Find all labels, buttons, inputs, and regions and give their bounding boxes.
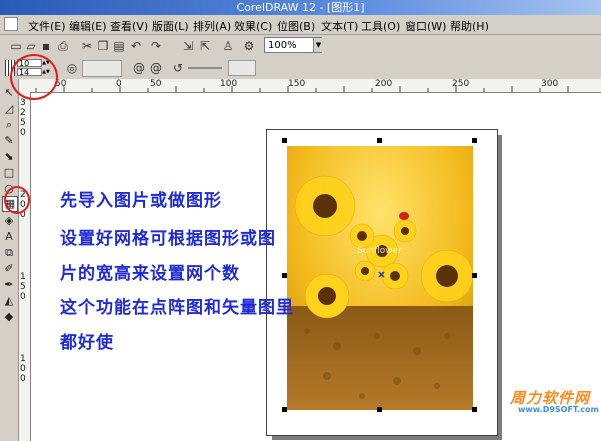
menu-arrange[interactable]: 排列(A) xyxy=(193,18,231,34)
shape-tool-icon[interactable]: ◿ xyxy=(2,102,16,116)
ruler-label: 300 xyxy=(541,79,559,89)
eyedropper-tool-icon[interactable]: ✐ xyxy=(2,262,16,276)
ruler-label: 5 xyxy=(20,282,26,292)
launcher-icon[interactable]: ♙ xyxy=(220,38,236,54)
toolbox: ↖ ◿ ⌕ ✎ ⬊ □ ○ ▦ ◈ A ⧉ ✐ ✒ ◭ ◆ xyxy=(0,79,19,441)
ruler-label: 0 xyxy=(20,374,26,384)
rectangle-tool-icon[interactable]: □ xyxy=(2,166,16,180)
spiral-icon: ◎ xyxy=(66,61,78,75)
ruler-label: 2 xyxy=(20,108,26,118)
cut-icon[interactable]: ✂ xyxy=(79,38,95,54)
ruler-label: 0 xyxy=(20,292,26,302)
annotation-line-2: 设置好网格可根据图形或图 xyxy=(60,229,276,249)
ladybug xyxy=(399,212,409,220)
ruler-label: 0 xyxy=(20,364,26,374)
menu-file[interactable]: 文件(E) xyxy=(28,18,66,34)
print-icon[interactable]: ⎙ xyxy=(55,38,71,54)
selection-handle[interactable] xyxy=(282,273,287,278)
menu-help[interactable]: 帮助(H) xyxy=(450,18,489,34)
new-icon[interactable]: ▭ xyxy=(8,38,24,54)
sunflower-image xyxy=(287,146,473,410)
ruler-label: 150 xyxy=(288,79,306,89)
menu-window[interactable]: 窗口(W) xyxy=(405,18,446,34)
annotation-line-4: 这个功能在点阵图和矢量图里 xyxy=(60,298,294,318)
sunflower-bitmap[interactable]: Sunflower xyxy=(287,146,473,410)
ruler-label: 0 xyxy=(116,79,122,89)
basic-shapes-tool-icon[interactable]: ◈ xyxy=(2,214,16,228)
photo-caption: Sunflower xyxy=(357,246,402,256)
smart-fill-tool-icon[interactable]: ⬊ xyxy=(2,150,16,164)
window-title: CorelDRAW 12 - [图形1] xyxy=(236,1,365,14)
menu-view[interactable]: 查看(V) xyxy=(110,18,148,34)
watermark-url: www.D9SOFT.com xyxy=(518,405,599,414)
expansion-icon: ↺ xyxy=(172,61,184,75)
vertical-ruler: 3 2 5 0 2 0 0 1 5 0 1 0 0 xyxy=(18,92,31,441)
chevron-down-icon[interactable]: ▼ xyxy=(313,38,323,52)
open-icon[interactable]: ▱ xyxy=(23,38,39,54)
title-bar: CorelDRAW 12 - [图形1] xyxy=(0,0,601,15)
symmetric-spiral-icon: @ xyxy=(133,61,145,75)
selection-handle[interactable] xyxy=(377,138,382,143)
ruler-label: 100 xyxy=(220,79,238,89)
ruler-label: 5 xyxy=(20,118,26,128)
horizontal-ruler: 50 0 50 100 150 200 250 300 xyxy=(0,79,601,93)
ruler-label: 1 xyxy=(20,272,26,282)
zoom-tool-icon[interactable]: ⌕ xyxy=(2,118,16,132)
selection-handle[interactable] xyxy=(472,138,477,143)
menu-layout[interactable]: 版面(L) xyxy=(152,18,189,34)
copy-icon[interactable]: ❐ xyxy=(95,38,111,54)
spiral-revolutions-input xyxy=(82,60,122,77)
property-bar: 10 ▲▼ 14 ▲▼ ◎ @ @ ↺ xyxy=(0,57,601,80)
ruler-label: 200 xyxy=(375,79,393,89)
fill-tool-icon[interactable]: ◭ xyxy=(2,294,16,308)
ruler-label: 0 xyxy=(20,128,26,138)
options-icon[interactable]: ⚙ xyxy=(241,38,257,54)
expansion-slider xyxy=(188,67,222,69)
menu-tools[interactable]: 工具(O) xyxy=(361,18,400,34)
menu-effects[interactable]: 效果(C) xyxy=(234,18,272,34)
logarithmic-spiral-icon: @ xyxy=(150,61,162,75)
menu-edit[interactable]: 编辑(E) xyxy=(69,18,107,34)
paste-icon[interactable]: ▤ xyxy=(111,38,127,54)
text-tool-icon[interactable]: A xyxy=(2,230,16,244)
menu-bar: 文件(E) 编辑(E) 查看(V) 版面(L) 排列(A) 效果(C) 位图(B… xyxy=(0,15,601,35)
export-icon[interactable]: ⇱ xyxy=(197,38,213,54)
outline-tool-icon[interactable]: ✒ xyxy=(2,278,16,292)
selection-handle[interactable] xyxy=(377,407,382,412)
menu-bitmaps[interactable]: 位图(B) xyxy=(277,18,315,34)
annotation-line-3: 片的宽高来设置网个数 xyxy=(60,264,240,284)
interactive-blend-tool-icon[interactable]: ⧉ xyxy=(2,246,16,260)
redo-icon[interactable]: ↷ xyxy=(148,38,164,54)
annotation-line-1: 先导入图片或做图形 xyxy=(60,191,222,211)
menu-text[interactable]: 文本(T) xyxy=(321,18,358,34)
ruler-label: 1 xyxy=(20,354,26,364)
selection-handle[interactable] xyxy=(282,138,287,143)
app-icon[interactable] xyxy=(4,17,18,31)
selection-handle[interactable] xyxy=(282,407,287,412)
ruler-label: 250 xyxy=(452,79,470,89)
freehand-tool-icon[interactable]: ✎ xyxy=(2,134,16,148)
highlight-circle-grid-settings xyxy=(10,54,58,100)
standard-toolbar: ▭ ▱ ▪ ⎙ ✂ ❐ ▤ ↶ ↷ ⇲ ⇱ ♙ ⚙ 100% ▼ xyxy=(0,35,601,58)
import-icon[interactable]: ⇲ xyxy=(180,38,196,54)
annotation-line-5: 都好使 xyxy=(60,333,114,353)
selection-handle[interactable] xyxy=(472,273,477,278)
highlight-circle-graph-tool xyxy=(4,186,30,214)
save-icon[interactable]: ▪ xyxy=(38,38,54,54)
ruler-label: 3 xyxy=(20,98,26,108)
ruler-label: 50 xyxy=(150,79,162,89)
interactive-fill-tool-icon[interactable]: ◆ xyxy=(2,310,16,324)
selection-handle[interactable] xyxy=(472,407,477,412)
undo-icon[interactable]: ↶ xyxy=(128,38,144,54)
expansion-value-input xyxy=(228,60,256,76)
